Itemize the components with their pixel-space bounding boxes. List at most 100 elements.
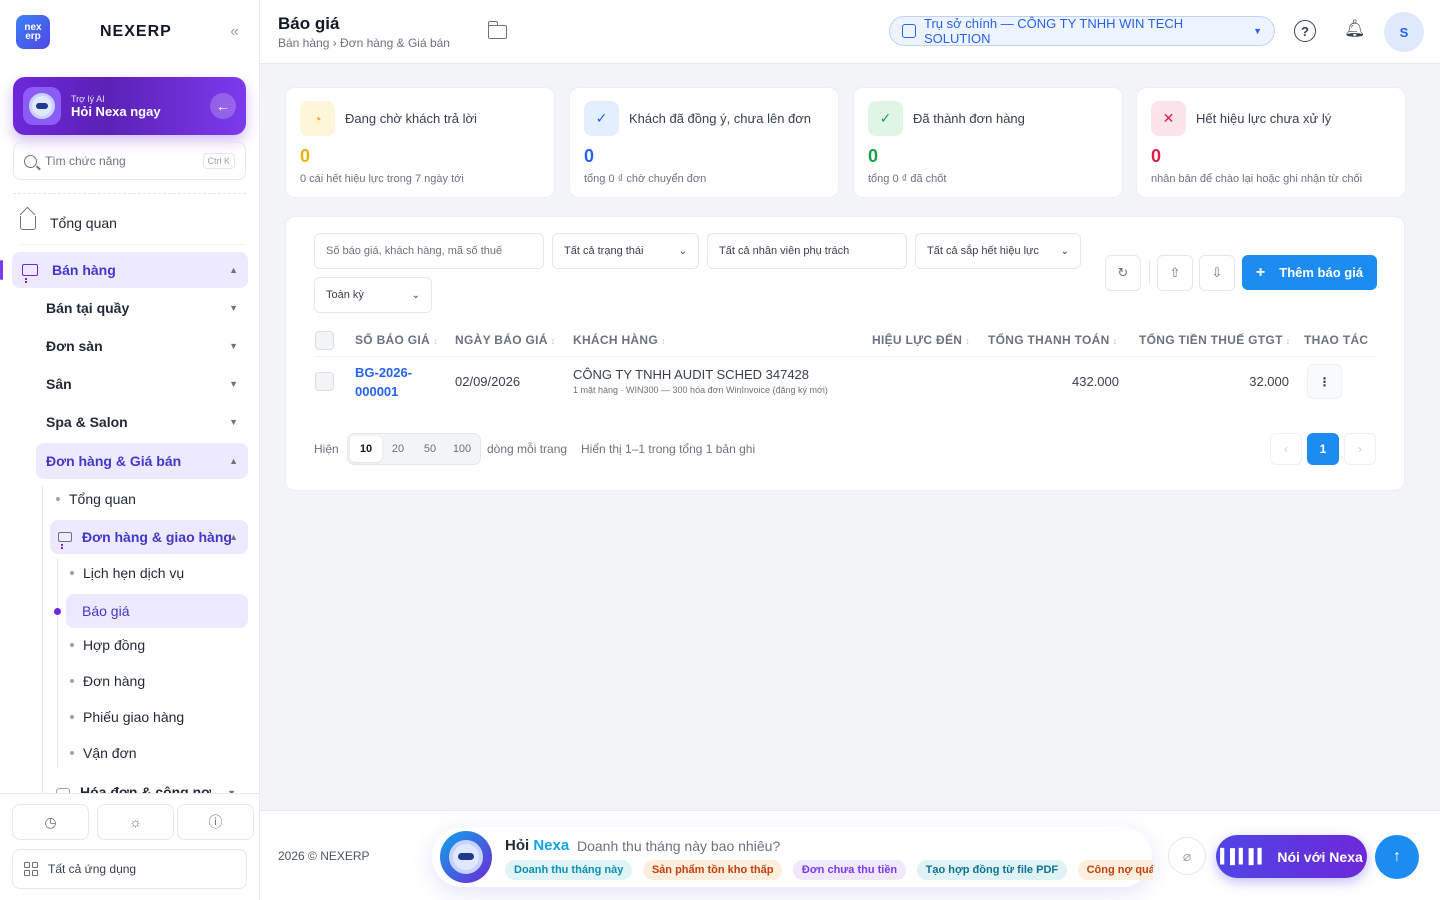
download-icon[interactable]: ⇩	[1199, 255, 1235, 291]
bell-icon[interactable]: 🔔︎	[1344, 19, 1366, 39]
suggestion-chip[interactable]: Công nợ quá hạn 30 ngày	[1077, 860, 1153, 880]
suggestion-chip[interactable]: Sản phẩm tồn kho thấp	[642, 860, 783, 880]
sidebar-item-pos[interactable]: Bán tại quầy ▼	[36, 290, 248, 326]
table-header: SỐ BÁO GIÁ ↕ NGÀY BÁO GIÁ ↕ KHÁCH HÀNG ↕ HI…	[314, 329, 1376, 357]
sidebar-item-sales[interactable]: Bán hàng ▲	[12, 252, 248, 288]
page-size-option[interactable]: 50	[414, 436, 446, 462]
col-customer[interactable]: KHÁCH HÀNG ↕	[573, 333, 666, 347]
col-total[interactable]: TỔNG THANH TOÁN ↕	[988, 333, 1117, 347]
refresh-icon[interactable]: ↻	[1105, 255, 1141, 291]
sidebar-item-waybills[interactable]: Vận đơn	[70, 738, 246, 768]
stat-card-expired[interactable]: ✕ Hết hiệu lực chưa xử lý 0 nhân bản để c…	[1136, 87, 1406, 198]
col-vat[interactable]: TỔNG TIỀN THUẾ GTGT ↕	[1139, 333, 1291, 347]
stat-card-converted[interactable]: ✓ Đã thành đơn hàng 0 tổng 0 ₫ đã chốt	[853, 87, 1123, 198]
page-size-option[interactable]: 20	[382, 436, 414, 462]
quote-number-link[interactable]: BG-2026- 000001	[355, 363, 412, 401]
staff-filter[interactable]: Tất cả nhân viên phụ trách	[707, 233, 907, 269]
sidebar-item-court-orders[interactable]: Đơn sàn ▼	[36, 328, 248, 364]
ask-nexa-input[interactable]: Doanh thu tháng này bao nhiêu?	[577, 838, 780, 854]
period-filter[interactable]: Toàn kỳ ⌄	[314, 277, 432, 313]
cart-icon	[22, 264, 38, 281]
chevron-down-icon: ▼	[1253, 26, 1263, 36]
send-arrow-icon[interactable]: ↑	[1375, 835, 1419, 879]
pagination-bar: Hiện 10 20 50 100 dòng mỗi trang Hiển th…	[314, 433, 1376, 465]
sidebar-item-sub-overview[interactable]: Tổng quan	[56, 484, 246, 514]
row-checkbox[interactable]	[315, 372, 334, 391]
sidebar-item-quotes[interactable]: Báo giá	[66, 594, 248, 628]
page-button[interactable]: 1	[1307, 433, 1339, 465]
sidebar-item-orders-prices[interactable]: Đơn hàng & Giá bán ▲	[36, 443, 248, 479]
col-valid-until[interactable]: HIỆU LỰC ĐẾN ↕	[872, 333, 970, 347]
col-quote-date[interactable]: NGÀY BÁO GIÁ ↕	[455, 333, 556, 347]
tree-line	[42, 486, 43, 806]
page-size-selector: 10 20 50 100	[347, 433, 481, 465]
chevron-down-icon: ▼	[229, 341, 238, 351]
chevron-down-icon: ⌄	[678, 245, 687, 257]
top-header: Báo giá Bán hàng › Đơn hàng & Giá bán Tr…	[260, 0, 1440, 64]
sidebar-item-delivery-notes[interactable]: Phiếu giao hàng	[70, 702, 246, 732]
col-quote-no[interactable]: SỐ BÁO GIÁ ↕	[355, 333, 438, 347]
sort-icon: ↕	[661, 336, 666, 346]
sidebar-item-spa[interactable]: Spa & Salon ▼	[36, 404, 248, 440]
user-avatar[interactable]: S	[1384, 12, 1424, 52]
suggestion-chip[interactable]: Tạo hợp đồng từ file PDF	[916, 860, 1068, 880]
suggestion-chip[interactable]: Đơn chưa thu tiền	[792, 860, 907, 880]
more-vertical-icon[interactable]: ⋮	[1307, 364, 1342, 399]
status-filter[interactable]: Tất cả trạng thái ⌄	[552, 233, 699, 269]
page-size-option[interactable]: 10	[350, 436, 382, 462]
x-circle-icon: ✕	[1151, 101, 1186, 136]
sidebar-item-orders[interactable]: Đơn hàng	[70, 666, 246, 696]
folder-icon[interactable]	[487, 21, 507, 39]
chevrons-left-icon[interactable]: «	[230, 23, 239, 41]
stat-sub: tổng 0 ₫ chờ chuyển đơn	[584, 173, 707, 185]
all-apps-button[interactable]: Tất cả ứng dụng	[12, 849, 247, 889]
ask-nexa-bar[interactable]: Hỏi Nexa Doanh thu tháng này bao nhiêu? …	[432, 827, 1153, 887]
tree-line	[57, 558, 58, 768]
prev-page-button[interactable]: ‹	[1270, 433, 1302, 465]
sidebar-item-contracts[interactable]: Hợp đồng	[70, 630, 246, 660]
ask-nexa-card[interactable]: Trợ lý AI Hỏi Nexa ngay ←	[13, 77, 246, 135]
chevron-down-icon: ⌄	[411, 289, 420, 301]
quotes-panel: Số báo giá, khách hàng, mã số thuế Tất c…	[285, 216, 1405, 491]
pagination-summary: Hiển thị 1–1 trong tổng 1 bản ghi	[581, 442, 756, 456]
stat-sub: 0 cái hết hiệu lực trong 7 ngày tới	[300, 173, 464, 185]
next-page-button[interactable]: ›	[1344, 433, 1376, 465]
page-size-option[interactable]: 100	[446, 436, 478, 462]
app-logo: nex erp	[16, 15, 50, 49]
arrow-left-icon[interactable]: ←	[210, 93, 236, 119]
sidebar-item-courts[interactable]: Sân ▼	[36, 366, 248, 402]
upload-icon[interactable]: ⇧	[1157, 255, 1193, 291]
sidebar-item-orders-delivery[interactable]: Đơn hàng & giao hàng ▲	[50, 520, 248, 554]
sidebar-item-overview[interactable]: Tổng quan	[20, 206, 246, 240]
cart-icon	[58, 532, 72, 547]
expiry-filter[interactable]: Tất cả sắp hết hiệu lực ⌄	[915, 233, 1081, 269]
stat-card-agreed[interactable]: ✓ Khách đã đồng ý, chưa lên đơn 0 tổng 0 …	[569, 87, 839, 198]
customer-cell: CÔNG TY TNHH AUDIT SCHED 347428 1 mặt hà…	[573, 367, 828, 395]
suggestion-chip[interactable]: Doanh thu tháng này	[505, 860, 633, 880]
building-icon	[902, 24, 916, 38]
talk-to-nexa-button[interactable]: ▍▌▍▌▍ Nói với Nexa	[1216, 835, 1367, 878]
paperclip-icon[interactable]: ⌀	[1168, 837, 1206, 875]
vat-amount: 32.000	[1249, 374, 1289, 389]
alert-circle-icon[interactable]: ⓘ	[177, 804, 254, 840]
sun-icon[interactable]: ☼	[97, 804, 174, 840]
help-icon[interactable]: ?	[1294, 20, 1316, 42]
nexa-bot-icon	[23, 87, 61, 125]
sort-icon: ↕	[1285, 336, 1291, 346]
history-icon[interactable]: ◷	[12, 804, 89, 840]
branch-selector[interactable]: Trụ sở chính — CÔNG TY TNHH WIN TECH SOL…	[889, 16, 1275, 46]
chevron-down-icon: ⌄	[1060, 245, 1069, 257]
check-circle-icon: ✓	[584, 101, 619, 136]
ask-nexa-title: Hỏi Nexa	[505, 837, 570, 854]
sidebar-item-appointments[interactable]: Lịch hẹn dịch vụ	[70, 558, 246, 588]
stat-sub: nhân bản để chào lại hoặc ghi nhận từ ch…	[1151, 173, 1363, 185]
chevron-down-icon: ▼	[229, 417, 238, 427]
quote-search-input[interactable]: Số báo giá, khách hàng, mã số thuế	[314, 233, 544, 269]
sidebar-search-input[interactable]: Tìm chức năng Ctrl K	[13, 142, 246, 180]
shortcut-badge: Ctrl K	[202, 153, 235, 169]
copyright: 2026 © NEXERP	[278, 849, 370, 863]
quote-date: 02/09/2026	[455, 374, 521, 389]
add-quote-button[interactable]: + Thêm báo giá	[1242, 255, 1377, 290]
select-all-checkbox[interactable]	[315, 331, 334, 350]
stat-card-awaiting[interactable]: ◔ Đang chờ khách trả lời 0 0 cái hết hiệu…	[285, 87, 555, 198]
